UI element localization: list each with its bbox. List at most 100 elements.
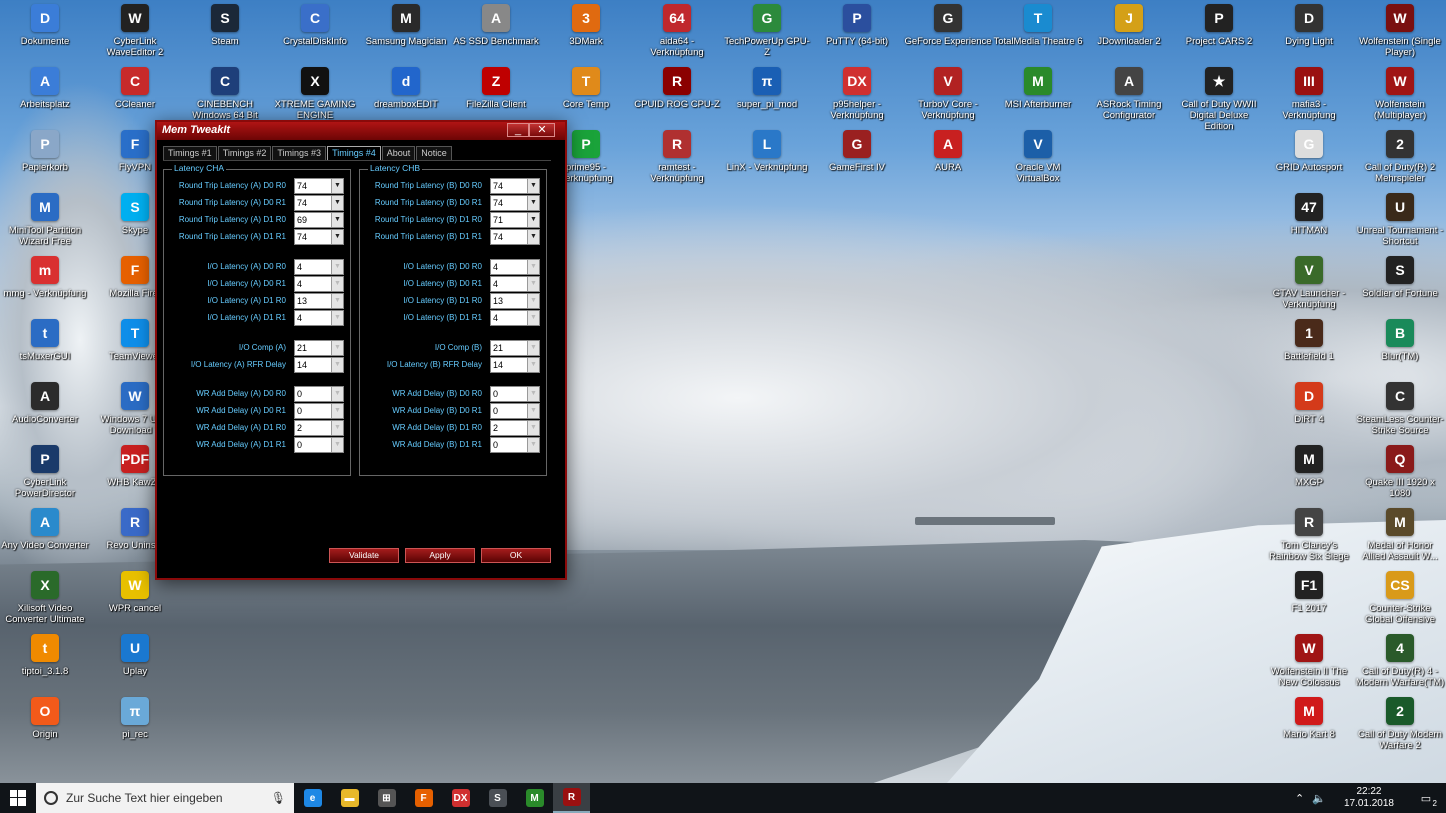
desktop-icon[interactable]: V TurboV Core - Verknüpfung [903,67,993,121]
timing-select[interactable]: 0 ▼ [490,386,540,402]
tab-timings-4[interactable]: Timings #4 [327,146,381,160]
desktop-icon[interactable]: R CPUID ROG CPU-Z [632,67,722,110]
desktop-icon[interactable]: F1 F1 2017 [1264,571,1354,614]
timing-select[interactable]: 4 ▼ [294,310,344,326]
chevron-down-icon[interactable]: ▼ [331,260,343,274]
chevron-down-icon[interactable]: ▼ [527,404,539,418]
tab-about[interactable]: About [381,146,416,160]
timing-select[interactable]: 13 ▼ [490,293,540,309]
timing-select[interactable]: 0 ▼ [294,386,344,402]
desktop-icon[interactable]: III mafia3 - Verknüpfung [1264,67,1354,121]
desktop-icon[interactable]: A AS SSD Benchmark [451,4,541,47]
desktop-icon[interactable]: M Medal of Honor Allied Assault W... [1355,508,1445,562]
desktop-icon[interactable]: S Soldier of Fortune [1355,256,1445,299]
chevron-down-icon[interactable]: ▼ [331,179,343,193]
desktop-icon[interactable]: C CINEBENCH Windows 64 Bit [180,67,270,121]
chevron-down-icon[interactable]: ▼ [527,260,539,274]
timing-select[interactable]: 0 ▼ [490,437,540,453]
apply-button[interactable]: Apply [405,548,475,563]
desktop-icon[interactable]: S Steam [180,4,270,47]
taskbar-explorer[interactable]: ▬ [331,783,368,813]
desktop-icon[interactable]: X XTREME GAMING ENGINE [270,67,360,121]
taskbar-edge[interactable]: e [294,783,331,813]
desktop-icon[interactable]: P CyberLink PowerDirector [0,445,90,499]
chevron-down-icon[interactable]: ▼ [527,387,539,401]
desktop-icon[interactable]: V GTAV Launcher - Verknüpfung [1264,256,1354,310]
tab-timings-3[interactable]: Timings #3 [272,146,327,160]
search-box[interactable]: Zur Suche Text hier eingeben 🎙 [36,783,294,813]
taskbar-p95helper[interactable]: DX [442,783,479,813]
desktop-icon[interactable]: C SteamLess Counter-Strike Source [1355,382,1445,436]
chevron-down-icon[interactable]: ▼ [331,277,343,291]
chevron-down-icon[interactable]: ▼ [527,311,539,325]
chevron-down-icon[interactable]: ▼ [331,230,343,244]
desktop-icon[interactable]: W Wolfenstein (Single Player) [1355,4,1445,58]
desktop-icon[interactable]: A AudioConverter [0,382,90,425]
timing-select[interactable]: 0 ▼ [294,437,344,453]
chevron-down-icon[interactable]: ▼ [527,179,539,193]
chevron-down-icon[interactable]: ▼ [331,294,343,308]
desktop-icon[interactable]: G TechPowerUp GPU-Z [722,4,812,58]
desktop-icon[interactable]: U Unreal Tournament - Shortcut [1355,193,1445,247]
desktop-icon[interactable]: D Dokumente [0,4,90,47]
desktop-icon[interactable]: G GRID Autosport [1264,130,1354,173]
desktop-icon[interactable]: V Oracle VM VirtualBox [993,130,1083,184]
desktop-icon[interactable]: A Any Video Converter [0,508,90,551]
desktop-icon[interactable]: O Origin [0,697,90,740]
desktop-icon[interactable]: G GeForce Experience [903,4,993,47]
tab-timings-2[interactable]: Timings #2 [217,146,272,160]
chevron-down-icon[interactable]: ▼ [527,294,539,308]
desktop-icon[interactable]: L LinX - Verknüpfung [722,130,812,173]
desktop-icon[interactable]: G GameFirst IV [812,130,902,173]
timing-select[interactable]: 2 ▼ [490,420,540,436]
validate-button[interactable]: Validate [329,548,399,563]
timing-select[interactable]: 74 ▼ [490,195,540,211]
desktop-icon[interactable]: t tiptoi_3.1.8 [0,634,90,677]
desktop-icon[interactable]: C CCleaner [90,67,180,110]
chevron-down-icon[interactable]: ▼ [527,341,539,355]
desktop-icon[interactable]: M MiniTool Partition Wizard Free [0,193,90,247]
desktop-icon[interactable]: 2 Call of Duty Modern Warfare 2 [1355,697,1445,751]
chevron-down-icon[interactable]: ▼ [331,341,343,355]
desktop-icon[interactable]: 64 aida64 - Verknüpfung [632,4,722,58]
microphone-icon[interactable]: 🎙 [271,791,286,805]
desktop-icon[interactable]: P PuTTY (64-bit) [812,4,902,47]
tab-notice[interactable]: Notice [416,146,452,160]
mem-tweakit-window[interactable]: Mem TweakIt _ ✕ Timings #1 Timings #2 Timi… [155,120,567,580]
desktop-icon[interactable]: t tsMuxerGUI [0,319,90,362]
chevron-down-icon[interactable]: ▼ [527,421,539,435]
chevron-down-icon[interactable]: ▼ [527,277,539,291]
desktop-icon[interactable]: W Wolfenstein II The New Colossus [1264,634,1354,688]
desktop-icon[interactable]: T TotalMedia Theatre 6 [993,4,1083,47]
desktop-icon[interactable]: m mmg - Verknüpfung [0,256,90,299]
desktop-icon[interactable]: X Xilisoft Video Converter Ultimate [0,571,90,625]
taskbar-msi-afterburner[interactable]: M [516,783,553,813]
ok-button[interactable]: OK [481,548,551,563]
desktop-icon[interactable]: 2 Call of Duty(R) 2 Mehrspieler [1355,130,1445,184]
desktop-icon[interactable]: M MXGP [1264,445,1354,488]
timing-select[interactable]: 4 ▼ [490,276,540,292]
timing-select[interactable]: 0 ▼ [490,403,540,419]
chevron-down-icon[interactable]: ▼ [527,438,539,452]
clock[interactable]: 22:22 17.01.2018 [1344,786,1394,810]
desktop-icon[interactable]: M MSI Afterburner [993,67,1083,110]
chevron-down-icon[interactable]: ▼ [331,311,343,325]
timing-select[interactable]: 21 ▼ [490,340,540,356]
volume-icon[interactable]: 🔈 [1312,792,1326,805]
taskbar-firefox[interactable]: F [405,783,442,813]
taskbar-steam[interactable]: S [479,783,516,813]
start-button[interactable] [0,783,36,813]
chevron-down-icon[interactable]: ▼ [331,387,343,401]
desktop-icon[interactable]: DX p95helper - Verknüpfung [812,67,902,121]
desktop-icon[interactable]: D Dying Light [1264,4,1354,47]
desktop-icon[interactable]: Z FileZilla Client [451,67,541,110]
desktop-icon[interactable]: Rramtest - Verknüpfung [632,130,722,184]
chevron-down-icon[interactable]: ▼ [527,358,539,372]
timing-select[interactable]: 74 ▼ [294,195,344,211]
chevron-down-icon[interactable]: ▼ [331,213,343,227]
desktop-icon[interactable]: J JDownloader 2 [1084,4,1174,47]
search-input[interactable]: Zur Suche Text hier eingeben [66,791,223,805]
desktop-icon[interactable]: CS Counter-Strike Global Offensive [1355,571,1445,625]
timing-select[interactable]: 21 ▼ [294,340,344,356]
desktop-icon[interactable]: A ASRock Timing Configurator [1084,67,1174,121]
